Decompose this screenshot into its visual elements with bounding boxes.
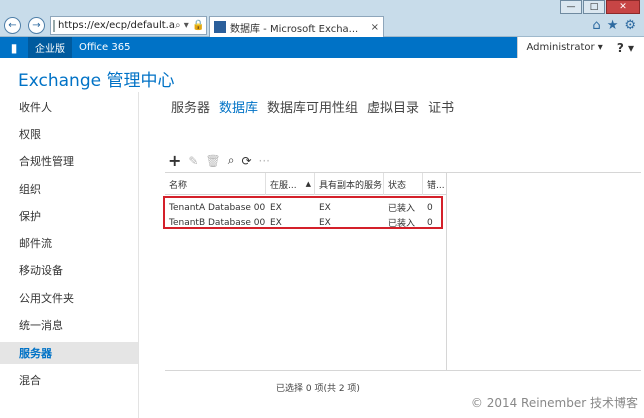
column-status[interactable]: 状态 — [384, 173, 423, 195]
star-icon[interactable]: ★ — [607, 18, 619, 33]
search-icon[interactable]: ⌕ — [228, 153, 235, 168]
nav-item-compliance[interactable]: 合规性管理 — [0, 150, 138, 172]
toolbar: + ✎ 🗑 ⌕ ⟳ ··· — [168, 151, 270, 170]
minimize-button[interactable]: — — [560, 0, 582, 14]
nav-item-permissions[interactable]: 权限 — [0, 123, 138, 145]
edit-icon: ✎ — [188, 153, 199, 168]
tab-servers[interactable]: 服务器 — [171, 97, 210, 116]
left-nav: 收件人 权限 合规性管理 组织 保护 邮件流 移动设备 公用文件夹 统一消息 服… — [0, 92, 139, 418]
help-menu[interactable]: ? ▾ — [617, 41, 634, 55]
address-bar[interactable]: https://ex/ecp/default.a ⌕ ▾ 🔒 ↻ — [50, 16, 207, 35]
nav-item-protection[interactable]: 保护 — [0, 205, 138, 227]
nav-item-mail-flow[interactable]: 邮件流 — [0, 232, 138, 254]
nav-item-organization[interactable]: 组织 — [0, 178, 138, 200]
watermark: © 2014 Reinember 技术博客 — [470, 396, 638, 410]
page-icon — [53, 19, 55, 32]
nav-item-mobile[interactable]: 移动设备 — [0, 259, 138, 281]
sort-asc-icon: ▲ — [305, 180, 311, 188]
gear-icon[interactable]: ⚙ — [624, 18, 636, 33]
address-icons[interactable]: ⌕ ▾ 🔒 ↻ — [175, 20, 206, 31]
column-name[interactable]: 名称 — [165, 173, 266, 195]
delete-icon: 🗑 — [205, 153, 221, 168]
column-server[interactable]: 在服... ▲ — [266, 173, 315, 195]
tab-title: 数据库 - Microsoft Excha... — [230, 23, 359, 35]
window-controls: — □ ✕ — [559, 0, 640, 14]
close-button[interactable]: ✕ — [606, 0, 640, 14]
grid-header: 名称 在服... ▲ 具有副本的服务... 状态 错... — [165, 173, 446, 195]
nav-item-hybrid[interactable]: 混合 — [0, 369, 138, 391]
column-copies[interactable]: 具有副本的服务... — [315, 173, 384, 195]
browser-chrome: — □ ✕ ← → https://ex/ecp/default.a ⌕ ▾ 🔒… — [0, 0, 644, 37]
tab-databases[interactable]: 数据库 — [219, 97, 258, 116]
back-icon: ← — [8, 20, 17, 31]
more-icon[interactable]: ··· — [259, 154, 270, 168]
home-icon[interactable]: ⌂ — [592, 18, 600, 33]
o365-bar: ▮ 企业版 Office 365 Administrator ▾ ? ▾ — [0, 37, 644, 58]
selection-status: 已选择 0 项(共 2 项) — [276, 384, 360, 394]
tab-dag[interactable]: 数据库可用性组 — [267, 97, 358, 116]
grid-separator — [446, 173, 447, 370]
user-area: Administrator ▾ ? ▾ — [517, 37, 644, 58]
maximize-button[interactable]: □ — [583, 0, 605, 14]
user-menu[interactable]: Administrator ▾ — [526, 42, 602, 53]
office-icon[interactable]: ▮ — [0, 37, 28, 58]
app-title: Exchange 管理中心 — [18, 71, 175, 91]
tab-close-icon[interactable]: × — [371, 22, 383, 33]
nav-item-unified-messaging[interactable]: 统一消息 — [0, 314, 138, 336]
address-text: https://ex/ecp/default.a — [58, 20, 175, 31]
nav-item-servers[interactable]: 服务器 — [0, 342, 138, 364]
refresh-icon[interactable]: ⟳ — [241, 154, 251, 168]
forward-icon: → — [32, 20, 41, 31]
tab-certificates[interactable]: 证书 — [428, 97, 454, 116]
add-icon[interactable]: + — [168, 151, 181, 170]
forward-button[interactable]: → — [28, 17, 45, 34]
browser-tab[interactable]: 数据库 - Microsoft Excha... × — [209, 16, 384, 37]
nav-item-public-folders[interactable]: 公用文件夹 — [0, 287, 138, 309]
tab-virtual-directories[interactable]: 虚拟目录 — [367, 97, 419, 116]
column-errors[interactable]: 错... — [423, 173, 446, 195]
section-tabs: 服务器 数据库 数据库可用性组 虚拟目录 证书 — [171, 97, 454, 116]
browser-tools: ⌂ ★ ⚙ — [592, 18, 636, 33]
highlight-box — [163, 196, 443, 229]
exchange-icon — [214, 21, 226, 33]
back-button[interactable]: ← — [4, 17, 21, 34]
nav-item-recipients[interactable]: 收件人 — [0, 96, 138, 118]
office365-link[interactable]: Office 365 — [72, 42, 137, 53]
enterprise-link[interactable]: 企业版 — [28, 37, 72, 58]
